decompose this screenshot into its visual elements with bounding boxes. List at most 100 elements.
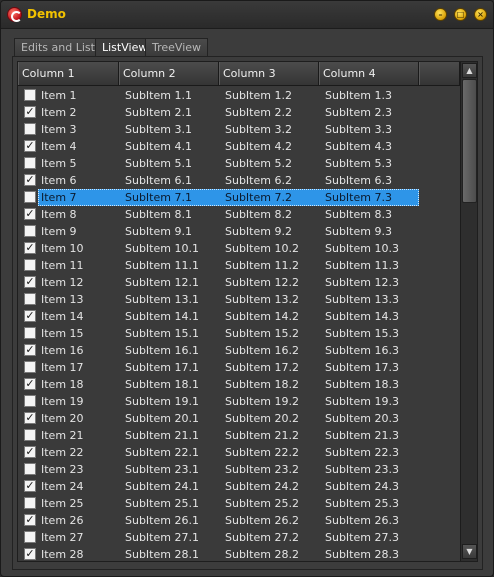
cell-c4: SubItem 7.3 [325,191,392,204]
item-checkbox[interactable] [24,157,36,169]
list-item[interactable]: Item 5 SubItem 5.1 SubItem 5.2 SubItem 5.3 [18,155,460,172]
item-checkbox[interactable] [24,327,36,339]
item-checkbox[interactable] [24,89,36,101]
column-header-1[interactable]: Column 1 [18,62,119,85]
item-checkbox[interactable] [24,225,36,237]
item-checkbox[interactable] [24,463,36,475]
scroll-up-icon[interactable]: ▲ [462,63,477,78]
item-checkbox[interactable]: ✓ [24,446,36,458]
item-checkbox[interactable] [24,123,36,135]
list-item[interactable]: ✓ Item 4 SubItem 4.1 SubItem 4.2 SubItem 4.3 [18,138,460,155]
cell-c2: SubItem 18.1 [125,378,199,391]
list-item[interactable]: ✓ Item 12 SubItem 12.1 SubItem 12.2 SubItem … [18,274,460,291]
maximize-button[interactable]: □ [454,8,467,21]
column-header-4[interactable]: Column 4 [319,62,419,85]
list-item[interactable]: Item 19 SubItem 19.1 SubItem 19.2 SubItem 1… [18,393,460,410]
cell-c1: Item 1 [41,89,77,102]
column-header-2[interactable]: Column 2 [119,62,219,85]
vertical-scrollbar[interactable]: ▲ ▼ [460,62,477,561]
item-checkbox[interactable]: ✓ [24,378,36,390]
cell-c1: Item 27 [41,531,84,544]
list-item[interactable]: ✓ Item 18 SubItem 18.1 SubItem 18.2 SubItem … [18,376,460,393]
item-checkbox[interactable]: ✓ [24,514,36,526]
cell-c4: SubItem 8.3 [325,208,392,221]
list-item[interactable]: ✓ Item 26 SubItem 26.1 SubItem 26.2 SubItem … [18,512,460,529]
cell-c4: SubItem 9.3 [325,225,392,238]
list-item[interactable]: ✓ Item 28 SubItem 28.1 SubItem 28.2 SubItem … [18,546,460,561]
item-checkbox[interactable] [24,395,36,407]
item-checkbox[interactable] [24,191,36,203]
item-checkbox[interactable] [24,429,36,441]
cell-c3: SubItem 20.2 [225,412,299,425]
list-item[interactable]: Item 17 SubItem 17.1 SubItem 17.2 SubItem 1… [18,359,460,376]
title-bar[interactable]: Demo – □ × [1,1,493,29]
list-item[interactable]: Item 1 SubItem 1.1 SubItem 1.2 SubItem 1.3 [18,87,460,104]
item-checkbox[interactable]: ✓ [24,242,36,254]
item-checkbox[interactable]: ✓ [24,276,36,288]
item-checkbox[interactable] [24,531,36,543]
item-checkbox[interactable] [24,293,36,305]
list-item[interactable]: ✓ Item 20 SubItem 20.1 SubItem 20.2 SubItem … [18,410,460,427]
item-checkbox[interactable]: ✓ [24,140,36,152]
cell-c1: Item 24 [41,480,84,493]
app-window: Demo – □ × Edits and Lists ListView Tree… [0,0,494,577]
item-checkbox[interactable]: ✓ [24,344,36,356]
cell-c4: SubItem 12.3 [325,276,399,289]
list-item[interactable]: ✓ Item 8 SubItem 8.1 SubItem 8.2 SubItem 8.3 [18,206,460,223]
cell-c4: SubItem 16.3 [325,344,399,357]
cell-c2: SubItem 6.1 [125,174,192,187]
item-checkbox[interactable]: ✓ [24,412,36,424]
tab-treeview[interactable]: TreeView [145,38,209,57]
list-item[interactable]: ✓ Item 6 SubItem 6.1 SubItem 6.2 SubItem 6.3 [18,172,460,189]
item-checkbox[interactable]: ✓ [24,548,36,560]
item-checkbox[interactable]: ✓ [24,106,36,118]
list-item[interactable]: Item 23 SubItem 23.1 SubItem 23.2 SubItem 2… [18,461,460,478]
cell-c2: SubItem 13.1 [125,293,199,306]
list-item[interactable]: Item 9 SubItem 9.1 SubItem 9.2 SubItem 9.3 [18,223,460,240]
list-item[interactable]: Item 3 SubItem 3.1 SubItem 3.2 SubItem 3.3 [18,121,460,138]
tab-edits-and-lists[interactable]: Edits and Lists [14,38,108,57]
list-item[interactable]: ✓ Item 22 SubItem 22.1 SubItem 22.2 SubItem … [18,444,460,461]
item-checkbox[interactable]: ✓ [24,480,36,492]
list-item[interactable]: Item 15 SubItem 15.1 SubItem 15.2 SubItem 1… [18,325,460,342]
minimize-button[interactable]: – [434,8,447,21]
scroll-thumb[interactable] [462,79,477,203]
item-checkbox[interactable]: ✓ [24,174,36,186]
cell-c1: Item 19 [41,395,84,408]
column-header-3[interactable]: Column 3 [219,62,319,85]
list-view[interactable]: Column 1 Column 2 Column 3 Column 4 Item… [17,61,478,562]
cell-c4: SubItem 10.3 [325,242,399,255]
item-checkbox[interactable] [24,361,36,373]
list-item[interactable]: Item 21 SubItem 21.1 SubItem 21.2 SubItem 2… [18,427,460,444]
cell-c4: SubItem 28.3 [325,548,399,561]
list-item[interactable]: Item 27 SubItem 27.1 SubItem 27.2 SubItem 2… [18,529,460,546]
cell-c3: SubItem 7.2 [225,191,292,204]
list-item[interactable]: ✓ Item 2 SubItem 2.1 SubItem 2.2 SubItem 2.3 [18,104,460,121]
cell-c3: SubItem 2.2 [225,106,292,119]
list-item[interactable]: Item 7 SubItem 7.1 SubItem 7.2 SubItem 7.3 [18,189,460,206]
list-item[interactable]: Item 25 SubItem 25.1 SubItem 25.2 SubItem 2… [18,495,460,512]
list-item[interactable]: ✓ Item 24 SubItem 24.1 SubItem 24.2 SubItem … [18,478,460,495]
item-checkbox[interactable]: ✓ [24,208,36,220]
cell-c2: SubItem 15.1 [125,327,199,340]
cell-c3: SubItem 10.2 [225,242,299,255]
list-item[interactable]: Item 13 SubItem 13.1 SubItem 13.2 SubItem 1… [18,291,460,308]
cell-c4: SubItem 11.3 [325,259,399,272]
cell-c2: SubItem 24.1 [125,480,199,493]
cell-c3: SubItem 18.2 [225,378,299,391]
cell-c1: Item 21 [41,429,84,442]
list-item[interactable]: ✓ Item 10 SubItem 10.1 SubItem 10.2 SubItem … [18,240,460,257]
cell-c4: SubItem 3.3 [325,123,392,136]
cell-c3: SubItem 17.2 [225,361,299,374]
list-item[interactable]: Item 11 SubItem 11.1 SubItem 11.2 SubItem 1… [18,257,460,274]
scroll-down-icon[interactable]: ▼ [462,544,477,559]
close-button[interactable]: × [474,8,487,21]
cell-c1: Item 23 [41,463,84,476]
item-checkbox[interactable]: ✓ [24,310,36,322]
list-item[interactable]: ✓ Item 16 SubItem 16.1 SubItem 16.2 SubItem … [18,342,460,359]
list-item[interactable]: ✓ Item 14 SubItem 14.1 SubItem 14.2 SubItem … [18,308,460,325]
cell-c2: SubItem 12.1 [125,276,199,289]
cell-c2: SubItem 2.1 [125,106,192,119]
item-checkbox[interactable] [24,259,36,271]
item-checkbox[interactable] [24,497,36,509]
